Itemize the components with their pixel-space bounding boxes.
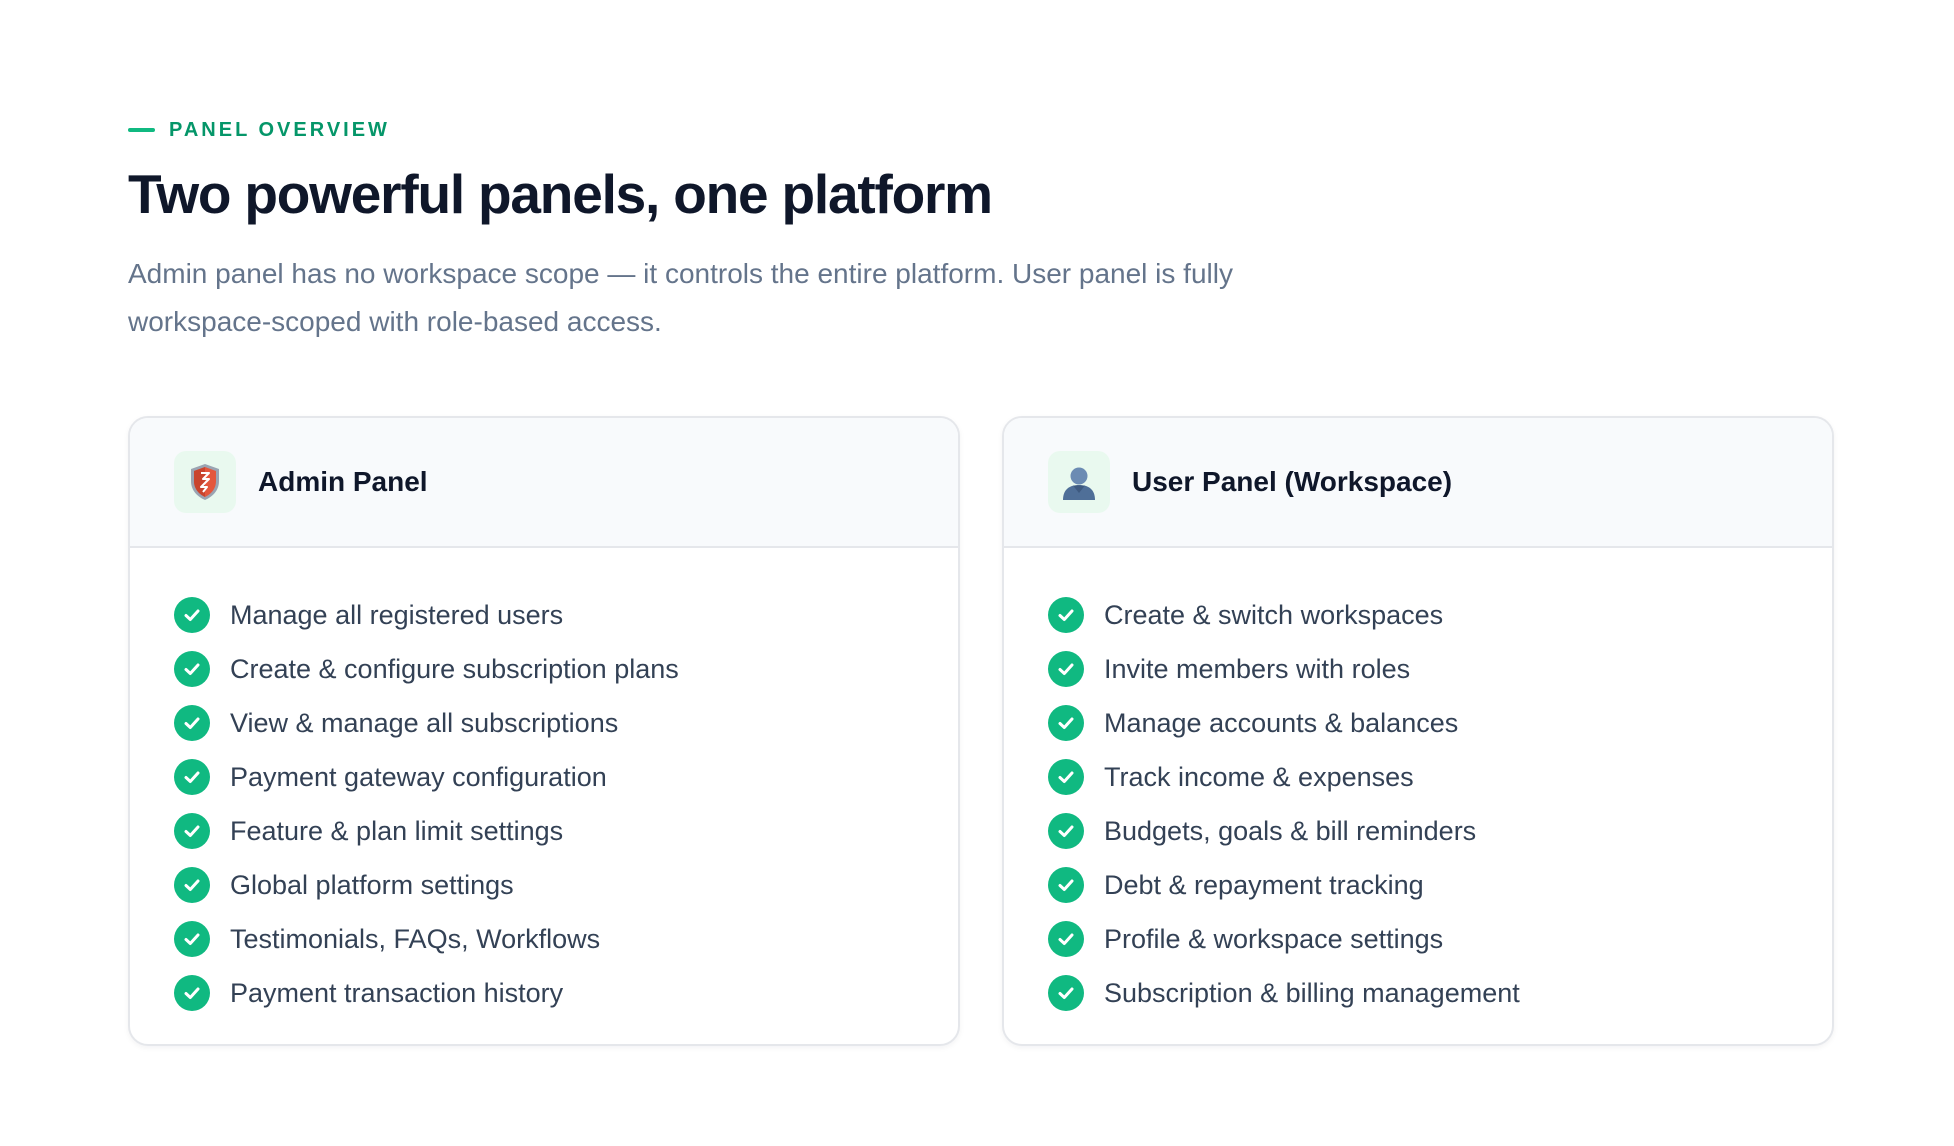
check-icon: [1048, 651, 1084, 687]
section-subtitle: Admin panel has no workspace scope — it …: [128, 258, 1233, 337]
list-item: Track income & expenses: [1048, 750, 1832, 804]
list-item-label: Payment transaction history: [230, 977, 564, 1008]
eyebrow-dash: [128, 128, 155, 132]
feature-list: Manage all registered users Create & con…: [130, 548, 958, 1020]
list-item: Budgets, goals & bill reminders: [1048, 804, 1832, 858]
list-item-label: Debt & repayment tracking: [1104, 869, 1424, 900]
list-item: Feature & plan limit settings: [174, 804, 958, 858]
card-title: User Panel (Workspace): [1132, 466, 1453, 497]
list-item-label: Manage all registered users: [230, 599, 564, 630]
list-item: Manage all registered users: [174, 588, 958, 642]
panel-overview-section: PANEL OVERVIEW Two powerful panels, one …: [128, 118, 1834, 1046]
check-icon: [1048, 867, 1084, 903]
eyebrow: PANEL OVERVIEW: [128, 118, 1834, 142]
eyebrow-label: PANEL OVERVIEW: [169, 118, 390, 141]
check-icon: [1048, 813, 1084, 849]
panel-cards: Admin Panel Manage all registered users …: [128, 416, 1834, 1046]
list-item: Subscription & billing management: [1048, 966, 1832, 1020]
list-item-label: Profile & workspace settings: [1104, 923, 1444, 954]
check-icon: [1048, 759, 1084, 795]
list-item-label: Global platform settings: [230, 869, 514, 900]
shield-icon: [174, 451, 236, 513]
user-panel-card: User Panel (Workspace) Create & switch w…: [1002, 416, 1834, 1046]
feature-list: Create & switch workspaces Invite member…: [1004, 548, 1832, 1020]
list-item-label: Payment gateway configuration: [230, 761, 607, 792]
card-header: User Panel (Workspace): [1004, 418, 1832, 548]
list-item-label: Create & switch workspaces: [1104, 599, 1444, 630]
section-title: Two powerful panels, one platform: [128, 163, 993, 225]
list-item: Payment gateway configuration: [174, 750, 958, 804]
list-item-label: Create & configure subscription plans: [230, 653, 679, 684]
list-item-label: View & manage all subscriptions: [230, 707, 619, 738]
check-icon: [174, 867, 210, 903]
list-item-label: Testimonials, FAQs, Workflows: [230, 923, 601, 954]
admin-panel-card: Admin Panel Manage all registered users …: [128, 416, 960, 1046]
check-icon: [174, 759, 210, 795]
card-header: Admin Panel: [130, 418, 958, 548]
list-item: Profile & workspace settings: [1048, 912, 1832, 966]
list-item: Payment transaction history: [174, 966, 958, 1020]
check-icon: [174, 975, 210, 1011]
check-icon: [1048, 975, 1084, 1011]
list-item-label: Invite members with roles: [1104, 653, 1411, 684]
user-icon: [1048, 451, 1110, 513]
list-item: Global platform settings: [174, 858, 958, 912]
list-item-label: Feature & plan limit settings: [230, 815, 564, 846]
list-item: Invite members with roles: [1048, 642, 1832, 696]
check-icon: [174, 813, 210, 849]
check-icon: [174, 651, 210, 687]
list-item: Create & switch workspaces: [1048, 588, 1832, 642]
check-icon: [174, 705, 210, 741]
check-icon: [1048, 705, 1084, 741]
check-icon: [174, 921, 210, 957]
list-item-label: Subscription & billing management: [1104, 977, 1520, 1008]
list-item: Create & configure subscription plans: [174, 642, 958, 696]
check-icon: [174, 597, 210, 633]
list-item: View & manage all subscriptions: [174, 696, 958, 750]
card-title: Admin Panel: [258, 466, 428, 497]
check-icon: [1048, 597, 1084, 633]
list-item-label: Manage accounts & balances: [1104, 707, 1459, 738]
list-item: Debt & repayment tracking: [1048, 858, 1832, 912]
list-item-label: Budgets, goals & bill reminders: [1104, 815, 1477, 846]
check-icon: [1048, 921, 1084, 957]
list-item: Manage accounts & balances: [1048, 696, 1832, 750]
list-item-label: Track income & expenses: [1104, 761, 1414, 792]
list-item: Testimonials, FAQs, Workflows: [174, 912, 958, 966]
